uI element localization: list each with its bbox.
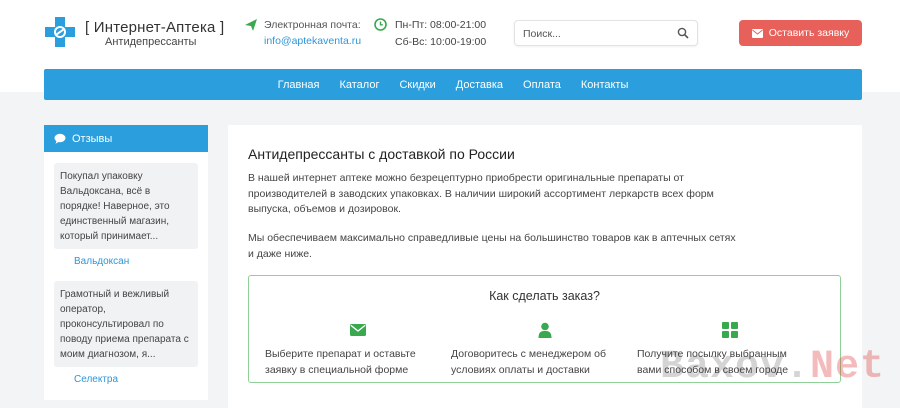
reviews-sidebar: Отзывы Покупал упаковку Вальдоксана, всё… bbox=[44, 125, 208, 400]
hours-weekdays: Пн-Пт: 08:00-21:00 bbox=[395, 19, 487, 31]
search-box bbox=[514, 20, 698, 46]
nav-payment[interactable]: Оплата bbox=[523, 79, 561, 91]
watermark: Baxov.Net bbox=[660, 345, 885, 390]
main-nav: Главная Каталог Скидки Доставка Оплата К… bbox=[44, 69, 862, 100]
user-icon bbox=[538, 322, 552, 338]
logo-title[interactable]: [ Интернет-Аптека ] bbox=[85, 19, 224, 36]
intro-paragraph: В нашей интернет аптеке можно безрецепту… bbox=[248, 172, 714, 215]
clock-icon bbox=[374, 18, 387, 31]
nav-discounts[interactable]: Скидки bbox=[399, 79, 435, 91]
order-request-button[interactable]: Оставить заявку bbox=[739, 20, 862, 46]
watermark-text-accent: Net bbox=[810, 345, 886, 390]
search-icon[interactable] bbox=[677, 27, 689, 39]
review-product-link[interactable]: Вальдоксан bbox=[74, 256, 129, 267]
review-product-link[interactable]: Селектра bbox=[74, 374, 118, 385]
page-title: Антидепрессанты с доставкой по России bbox=[248, 146, 515, 162]
step-choose-text: Выберите препарат и оставьте заявку в сп… bbox=[265, 348, 416, 376]
logo-subtitle: Антидепрессанты bbox=[105, 36, 197, 48]
nav-home[interactable]: Главная bbox=[278, 79, 320, 91]
email-link[interactable]: info@aptekaventa.ru bbox=[264, 35, 361, 47]
search-input[interactable] bbox=[523, 25, 673, 43]
envelope-icon bbox=[350, 324, 366, 336]
pharmacy-cross-logo-icon[interactable] bbox=[45, 17, 75, 47]
nav-contacts[interactable]: Контакты bbox=[581, 79, 629, 91]
reviews-header: Отзывы bbox=[44, 125, 208, 152]
envelope-icon bbox=[751, 28, 763, 38]
review-card: Покупал упаковку Вальдоксана, всё в поря… bbox=[54, 163, 198, 249]
prices-paragraph: Мы обеспечиваем максимально справедливые… bbox=[248, 232, 736, 260]
nav-delivery[interactable]: Доставка bbox=[456, 79, 503, 91]
send-icon bbox=[245, 19, 257, 31]
chat-bubble-icon bbox=[54, 133, 66, 144]
hours-weekend: Сб-Вс: 10:00-19:00 bbox=[395, 36, 487, 48]
nav-catalog[interactable]: Каталог bbox=[339, 79, 379, 91]
grid-icon bbox=[722, 322, 738, 338]
watermark-text: Baxov. bbox=[660, 345, 811, 390]
reviews-title: Отзывы bbox=[72, 132, 113, 145]
how-to-order-title: Как сделать заказ? bbox=[489, 289, 600, 303]
review-card: Грамотный и вежливый оператор, проконсул… bbox=[54, 281, 198, 367]
step-manager-text: Договоритесь с менеджером об условиях оп… bbox=[451, 348, 606, 376]
email-label: Электронная почта: bbox=[264, 19, 361, 31]
order-request-label: Оставить заявку bbox=[768, 27, 850, 39]
